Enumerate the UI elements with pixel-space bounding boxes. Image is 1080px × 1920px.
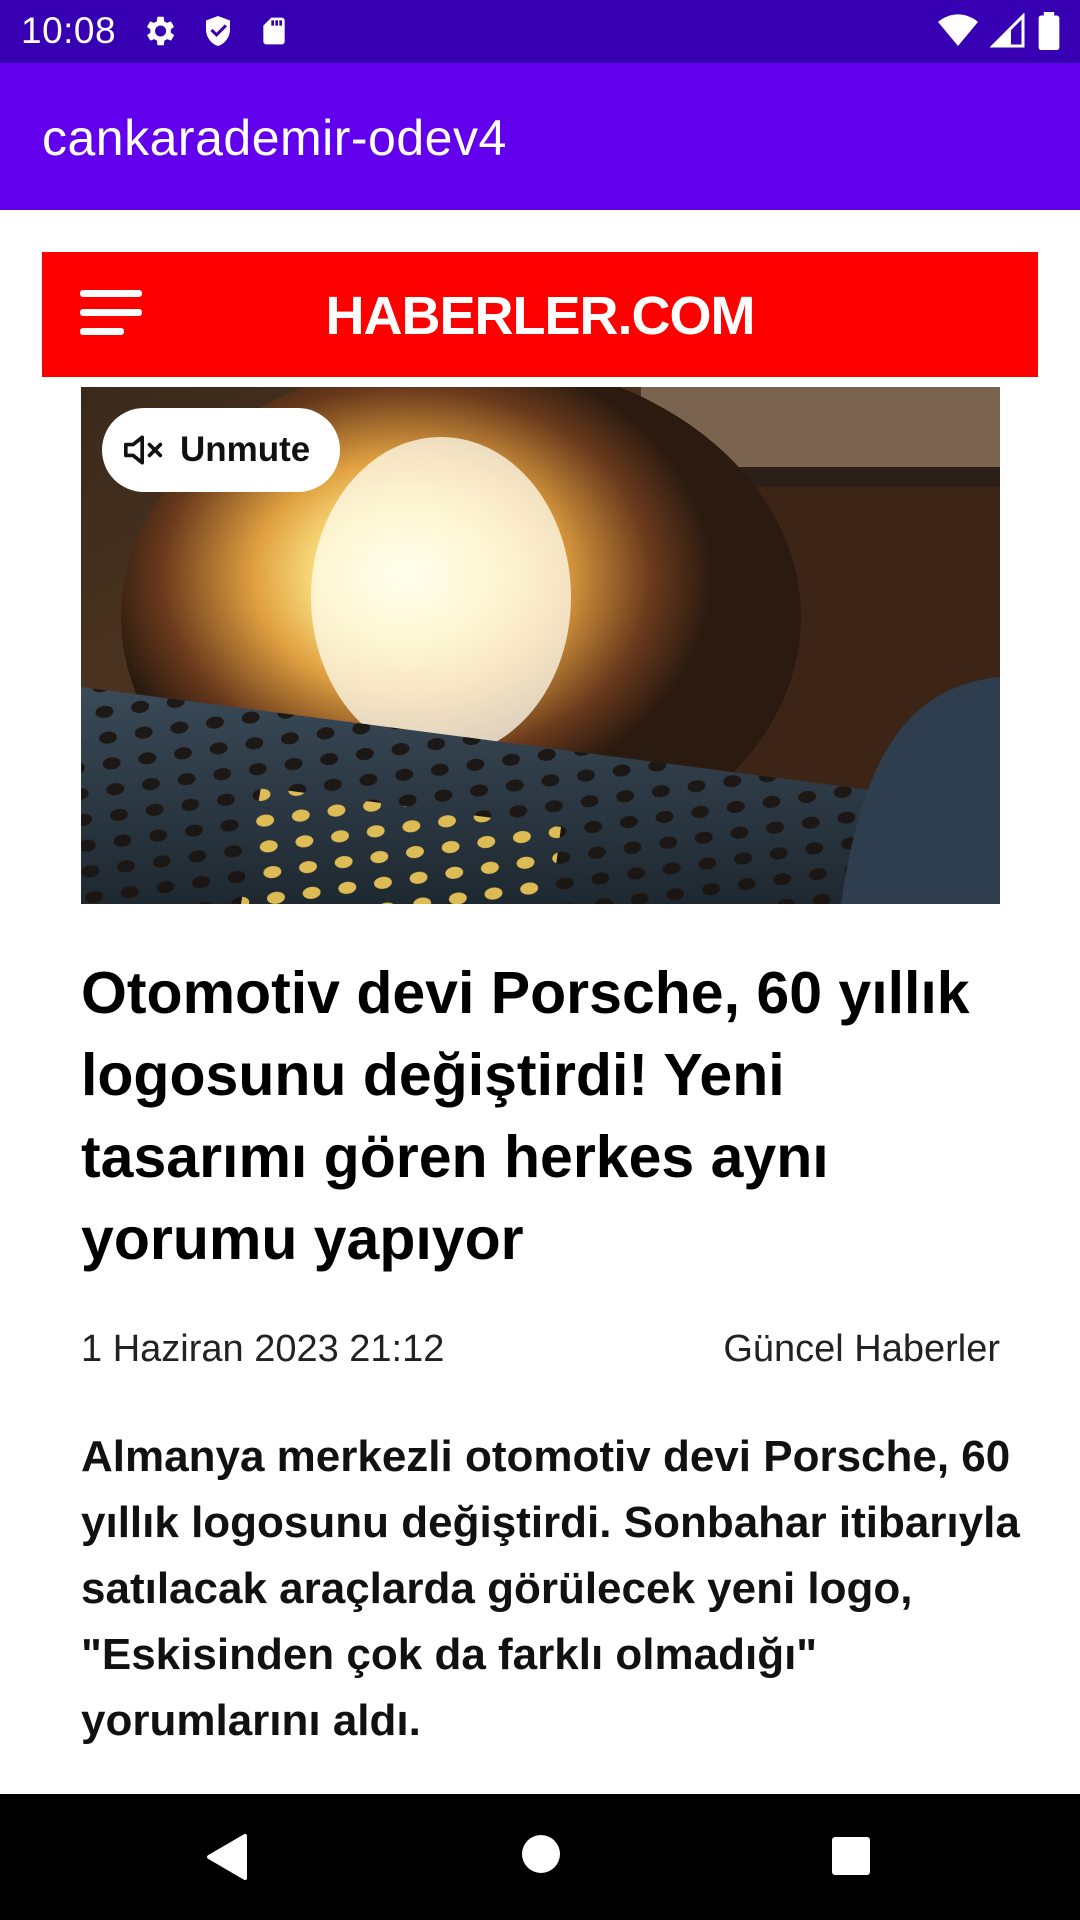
webview-content[interactable]: HABERLER.COM Unmute Otomotiv devi Porsch… xyxy=(0,210,1080,1794)
gear-icon xyxy=(140,12,178,50)
app-bar: cankarademir-odev4 xyxy=(0,63,1080,210)
unmute-label: Unmute xyxy=(180,430,311,469)
unmute-button[interactable]: Unmute xyxy=(102,408,340,492)
status-time: 10:08 xyxy=(21,10,117,51)
site-header: HABERLER.COM xyxy=(42,252,1038,377)
article-date: 1 Haziran 2023 21:12 xyxy=(81,1328,445,1370)
status-left-icons xyxy=(140,12,290,50)
system-nav-bar xyxy=(0,1794,1080,1920)
recents-icon[interactable] xyxy=(831,1836,871,1881)
shield-icon xyxy=(200,12,236,50)
app-title: cankarademir-odev4 xyxy=(42,110,507,166)
article-headline: Otomotiv devi Porsche, 60 yıllık logosun… xyxy=(81,960,970,1272)
speaker-muted-icon xyxy=(122,430,166,470)
battery-icon xyxy=(1038,12,1060,50)
signal-icon xyxy=(990,13,1026,49)
back-icon[interactable] xyxy=(205,1832,249,1887)
wifi-icon xyxy=(938,13,978,49)
status-right-icons xyxy=(938,12,1060,50)
article-category-link[interactable]: Güncel Haberler xyxy=(723,1328,1000,1371)
video-player[interactable]: Unmute xyxy=(81,387,1000,904)
article-summary: Almanya merkezli otomotiv devi Porsche, … xyxy=(81,1432,1020,1745)
site-logo[interactable]: HABERLER.COM xyxy=(42,285,1038,347)
status-bar: 10:08 xyxy=(0,0,1080,63)
sd-card-icon xyxy=(258,12,290,50)
home-icon[interactable] xyxy=(520,1833,562,1880)
